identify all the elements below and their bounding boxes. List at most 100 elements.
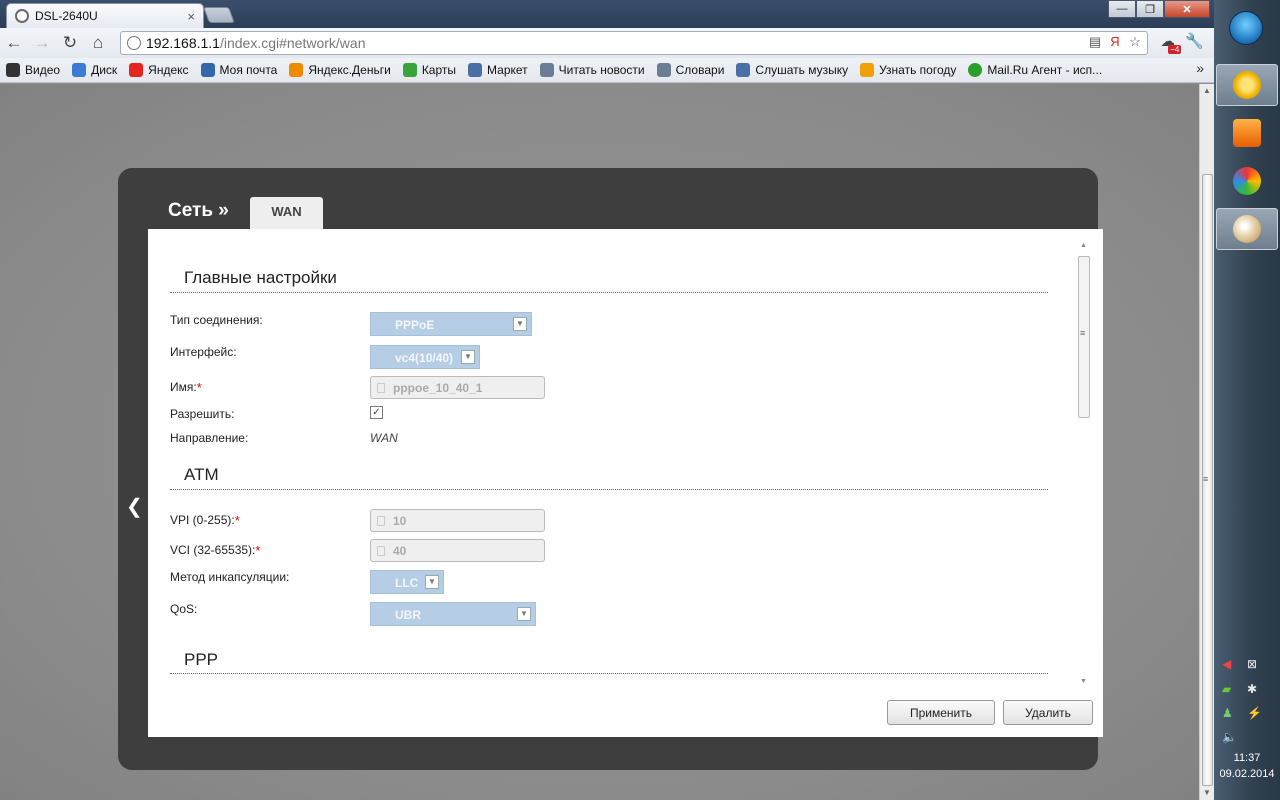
dictionary-icon bbox=[656, 63, 671, 77]
clock-time[interactable]: 11:37 bbox=[1216, 752, 1278, 764]
bookmark-disk[interactable]: Диск bbox=[72, 63, 117, 77]
maps-icon bbox=[402, 63, 417, 77]
vci-value: 40 bbox=[393, 544, 407, 558]
content-scroll-grip-icon: ≡ bbox=[1080, 328, 1086, 338]
name-input[interactable]: pppoe_10_40_1 bbox=[370, 376, 545, 399]
nvidia-icon[interactable]: ▰ bbox=[1222, 682, 1231, 696]
bookmark-star-icon[interactable]: ☆ bbox=[1127, 34, 1143, 52]
close-window-button[interactable]: ✕ bbox=[1164, 0, 1210, 18]
content-scrollbar[interactable]: ▲ ≡ ▼ bbox=[1077, 240, 1091, 688]
content-scroll-up-icon[interactable]: ▲ bbox=[1080, 242, 1087, 249]
bookmark-news[interactable]: Читать новости bbox=[539, 63, 645, 77]
chevron-down-icon: ▼ bbox=[517, 607, 531, 621]
bookmark-mail[interactable]: Моя почта bbox=[200, 63, 277, 77]
weather-icon bbox=[860, 63, 875, 77]
bookmark-video[interactable]: Видео bbox=[6, 63, 60, 77]
volume-icon[interactable]: 🔈 bbox=[1222, 730, 1237, 744]
interface-label: Интерфейс: bbox=[170, 345, 237, 359]
agent-icon bbox=[968, 63, 983, 77]
qos-select[interactable]: UBR ▼ bbox=[370, 602, 536, 626]
tools-tray-icon[interactable]: ✱ bbox=[1247, 682, 1257, 696]
close-tab-icon[interactable]: × bbox=[187, 9, 195, 24]
bookmark-weather[interactable]: Узнать погоду bbox=[860, 63, 956, 77]
bookmark-dictionaries[interactable]: Словари bbox=[656, 63, 724, 77]
reload-button[interactable]: ↻ bbox=[56, 33, 84, 53]
tab-title: DSL-2640U bbox=[35, 9, 98, 23]
delete-button[interactable]: Удалить bbox=[1003, 700, 1093, 725]
taskbar-paint[interactable] bbox=[1216, 208, 1278, 250]
vpi-label: VPI (0-255):* bbox=[170, 513, 240, 528]
scroll-grip-icon: ≡ bbox=[1203, 474, 1209, 484]
settings-content bbox=[148, 229, 1103, 737]
chevron-down-icon: ▼ bbox=[461, 350, 475, 364]
interface-select[interactable]: vc4(10/40) ▼ bbox=[370, 345, 480, 369]
url-path: /index.cgi#network/wan bbox=[219, 35, 366, 51]
translate-icon[interactable]: ▤ bbox=[1087, 34, 1103, 52]
tab-wan[interactable]: WAN bbox=[250, 197, 323, 229]
address-bar[interactable]: 192.168.1.1 /index.cgi#network/wan ▤ Я ☆ bbox=[120, 31, 1148, 55]
interface-value: vc4(10/40) bbox=[395, 351, 454, 365]
taskbar-chrome[interactable] bbox=[1216, 64, 1278, 106]
forward-button[interactable]: → bbox=[28, 33, 56, 53]
bookmark-yandex[interactable]: Яндекс bbox=[129, 63, 189, 77]
qos-label: QoS: bbox=[170, 602, 198, 616]
vci-input[interactable]: 40 bbox=[370, 539, 545, 562]
bookmark-maps[interactable]: Карты bbox=[402, 63, 456, 77]
video-icon bbox=[6, 63, 20, 77]
lock-icon bbox=[377, 546, 385, 556]
conn-type-select[interactable]: PPPoE ▼ bbox=[370, 312, 532, 336]
maximize-button[interactable]: ❐ bbox=[1136, 0, 1164, 18]
money-icon bbox=[289, 63, 304, 77]
required-mark: * bbox=[234, 513, 240, 528]
bookmark-mailru-agent[interactable]: Mail.Ru Агент - исп... bbox=[968, 63, 1102, 77]
conn-type-label: Тип соединения: bbox=[170, 313, 263, 327]
scroll-up-icon[interactable]: ▲ bbox=[1203, 86, 1211, 95]
vpi-input[interactable]: 10 bbox=[370, 509, 545, 532]
lock-icon bbox=[377, 383, 385, 393]
section-title-ppp: PPP bbox=[184, 650, 219, 669]
encap-select[interactable]: LLC ▼ bbox=[370, 570, 444, 594]
direction-value: WAN bbox=[370, 431, 398, 445]
section-divider bbox=[170, 489, 1048, 490]
page-info-icon[interactable] bbox=[127, 36, 141, 50]
back-button[interactable]: ← bbox=[0, 33, 28, 53]
chrome-icon bbox=[1233, 71, 1261, 99]
wrench-menu-icon[interactable]: 🔧 bbox=[1185, 32, 1204, 50]
breadcrumb[interactable]: Сеть » bbox=[168, 200, 229, 222]
network-disconnected-icon[interactable]: ⊠ bbox=[1247, 657, 1257, 671]
minimize-button[interactable]: — bbox=[1108, 0, 1136, 18]
section-title-atm: ATM bbox=[184, 465, 219, 484]
name-label: Имя:* bbox=[170, 380, 202, 395]
yandex-icon bbox=[129, 63, 144, 77]
home-button[interactable]: ⌂ bbox=[84, 33, 112, 53]
clock-date[interactable]: 09.02.2014 bbox=[1216, 768, 1278, 780]
bookmark-yandex-money[interactable]: Яндекс.Деньги bbox=[289, 63, 391, 77]
back-arrow-icon[interactable]: ❮ bbox=[126, 494, 143, 519]
enable-checkbox[interactable]: ✓ bbox=[370, 406, 383, 419]
page-scrollbar[interactable]: ▲ ≡ ▼ bbox=[1199, 84, 1214, 800]
start-button-icon[interactable] bbox=[1229, 11, 1263, 45]
browser-tab[interactable]: DSL-2640U × bbox=[6, 3, 204, 28]
taskbar-media-player[interactable] bbox=[1216, 112, 1278, 154]
colorful-app-icon bbox=[1233, 167, 1261, 195]
safely-remove-icon[interactable]: ⚡ bbox=[1247, 706, 1262, 720]
content-scroll-down-icon[interactable]: ▼ bbox=[1080, 678, 1087, 685]
url-host: 192.168.1.1 bbox=[146, 35, 220, 51]
weather-extension-icon[interactable]: ☁ −4 bbox=[1160, 32, 1182, 54]
scroll-down-icon[interactable]: ▼ bbox=[1203, 788, 1211, 797]
speaker-muted-icon[interactable]: ◀ bbox=[1222, 657, 1231, 671]
apply-button[interactable]: Применить bbox=[887, 700, 995, 725]
market-icon bbox=[468, 63, 483, 77]
new-tab-button[interactable] bbox=[203, 7, 235, 23]
yandex-icon[interactable]: Я bbox=[1107, 34, 1123, 52]
chevron-down-icon: ▼ bbox=[513, 317, 527, 331]
bookmarks-more-icon[interactable]: » bbox=[1196, 60, 1204, 76]
bookmark-market[interactable]: Маркет bbox=[468, 63, 528, 77]
lock-icon bbox=[377, 516, 385, 526]
users-tray-icon[interactable]: ♟ bbox=[1222, 706, 1233, 720]
section-divider bbox=[170, 673, 1048, 674]
section-divider bbox=[170, 292, 1048, 293]
taskbar-app-colorful[interactable] bbox=[1216, 160, 1278, 202]
bookmark-music[interactable]: Слушать музыку bbox=[736, 63, 848, 77]
name-value: pppoe_10_40_1 bbox=[393, 381, 483, 395]
